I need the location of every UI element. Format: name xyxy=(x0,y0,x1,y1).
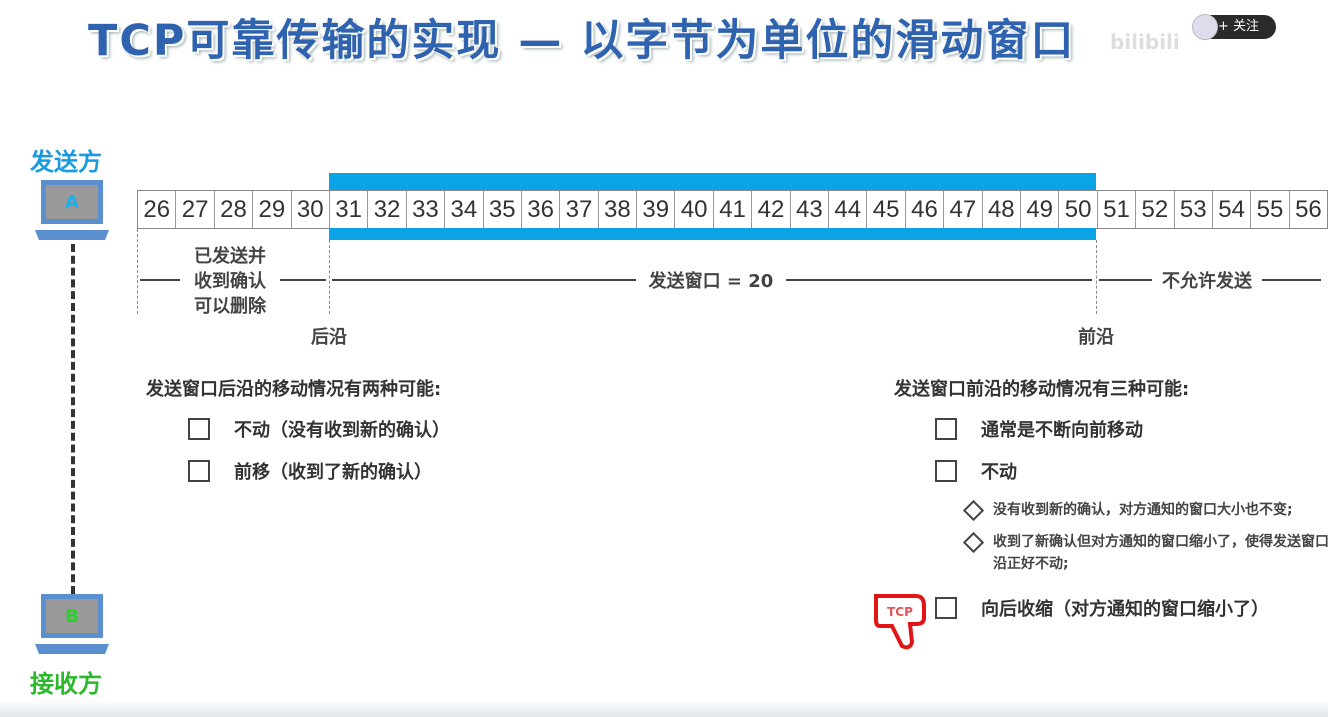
checkbox xyxy=(188,460,210,482)
checkbox xyxy=(188,418,210,440)
sub-item-text: 收到了新确认但对方通知的窗口缩小了，使得发送窗口前沿正好不动; xyxy=(993,534,1328,572)
byte-cell: 34 xyxy=(445,191,484,228)
checkbox xyxy=(935,460,957,482)
receiver-label: 接收方 xyxy=(30,670,102,698)
byte-cell: 45 xyxy=(867,191,906,228)
host-a: A xyxy=(65,192,79,213)
avatar xyxy=(1192,14,1218,40)
byte-cell: 53 xyxy=(1175,191,1213,228)
byte-cell: 36 xyxy=(522,191,561,228)
byte-cell: 51 xyxy=(1098,191,1137,228)
diamond-icon xyxy=(962,531,985,553)
acked-label: 已发送并 收到确认 可以删除 xyxy=(180,244,280,319)
follow-button[interactable]: + 关注 xyxy=(1192,14,1276,40)
byte-cell: 50 xyxy=(1059,191,1098,228)
byte-cell: 26 xyxy=(138,191,177,228)
left-heading: 发送窗口后沿的移动情况有两种可能: xyxy=(146,379,442,400)
sub-item: 收到了新确认但对方通知的窗口缩小了，使得发送窗口前沿正好不动; xyxy=(962,531,1328,575)
byte-cell: 30 xyxy=(292,191,330,228)
byte-cell: 39 xyxy=(637,191,676,228)
byte-cell: 31 xyxy=(330,191,369,228)
diamond-icon xyxy=(962,499,985,521)
window-bar-bottom xyxy=(329,228,1096,240)
item-text: 不动（没有收到新的确认） xyxy=(234,420,450,441)
byte-cell: 48 xyxy=(983,191,1021,228)
byte-sequence: 26 27 28 29 30 31 32 33 34 35 36 37 38 39 40 41 42 43 44 45… xyxy=(137,190,1328,229)
badge-text: TCP xyxy=(887,605,913,619)
byte-cell: 41 xyxy=(714,191,753,228)
sub-item: 没有收到新的确认，对方通知的窗口大小也不变; xyxy=(962,499,1293,521)
item-text: 前移（收到了新的确认） xyxy=(234,462,432,483)
page-title: TCP可靠传输的实现 — 以字节为单位的滑动窗口 xyxy=(88,16,1076,66)
byte-cell: 29 xyxy=(253,191,292,228)
byte-cell: 38 xyxy=(599,191,638,228)
item-text: 向后收缩（对方通知的窗口缩小了） xyxy=(981,599,1269,620)
byte-cell: 54 xyxy=(1213,191,1252,228)
byte-cell: 46 xyxy=(906,191,945,228)
leading-edge-label: 前沿 xyxy=(1078,327,1114,348)
byte-cell: 35 xyxy=(484,191,522,228)
byte-cell: 49 xyxy=(1021,191,1060,228)
byte-cell: 27 xyxy=(176,191,215,228)
window-bar-top xyxy=(329,173,1096,190)
divider xyxy=(1096,240,1097,314)
list-item: 不动（没有收到新的确认） xyxy=(188,416,450,442)
byte-cell: 56 xyxy=(1295,196,1322,223)
right-heading: 发送窗口前沿的移动情况有三种可能: xyxy=(894,379,1190,400)
laptop-a-icon: A xyxy=(35,180,109,240)
byte-cell: 43 xyxy=(791,191,830,228)
list-item: 通常是不断向前移动 xyxy=(935,416,1143,442)
byte-cell: 55 xyxy=(1251,191,1290,228)
checkbox xyxy=(935,418,957,440)
list-item: 向后收缩（对方通知的窗口缩小了） xyxy=(935,595,1269,621)
window-label: 发送窗口 = 20 xyxy=(636,267,786,293)
list-item: 前移（收到了新的确认） xyxy=(188,458,432,484)
item-text: 通常是不断向前移动 xyxy=(981,420,1143,441)
divider xyxy=(329,240,330,314)
list-item: 不动 xyxy=(935,458,1017,484)
follow-label: + 关注 xyxy=(1218,19,1260,34)
byte-cell: 44 xyxy=(829,191,868,228)
connection-line xyxy=(71,244,75,594)
item-text: 不动 xyxy=(981,462,1017,483)
byte-cell: 47 xyxy=(944,191,983,228)
thumbs-down-icon: TCP xyxy=(874,594,926,650)
laptop-b-icon: B xyxy=(35,594,109,654)
byte-cell: 37 xyxy=(560,191,599,228)
bottom-fade xyxy=(0,700,1328,717)
checkbox xyxy=(935,597,957,619)
byte-cell: 28 xyxy=(215,191,254,228)
watermark: bilibili xyxy=(1110,30,1180,54)
byte-cell: 42 xyxy=(752,191,791,228)
byte-cell: 32 xyxy=(368,191,407,228)
byte-cell: 40 xyxy=(675,191,714,228)
divider xyxy=(137,229,138,314)
byte-cell: 33 xyxy=(407,191,446,228)
byte-cell: 52 xyxy=(1136,191,1175,228)
sub-item-text: 没有收到新的确认，对方通知的窗口大小也不变; xyxy=(993,502,1293,518)
disallowed-label: 不允许发送 xyxy=(1152,267,1262,293)
trailing-edge-label: 后沿 xyxy=(311,327,347,348)
sender-label: 发送方 xyxy=(30,148,102,176)
host-b: B xyxy=(65,606,79,627)
